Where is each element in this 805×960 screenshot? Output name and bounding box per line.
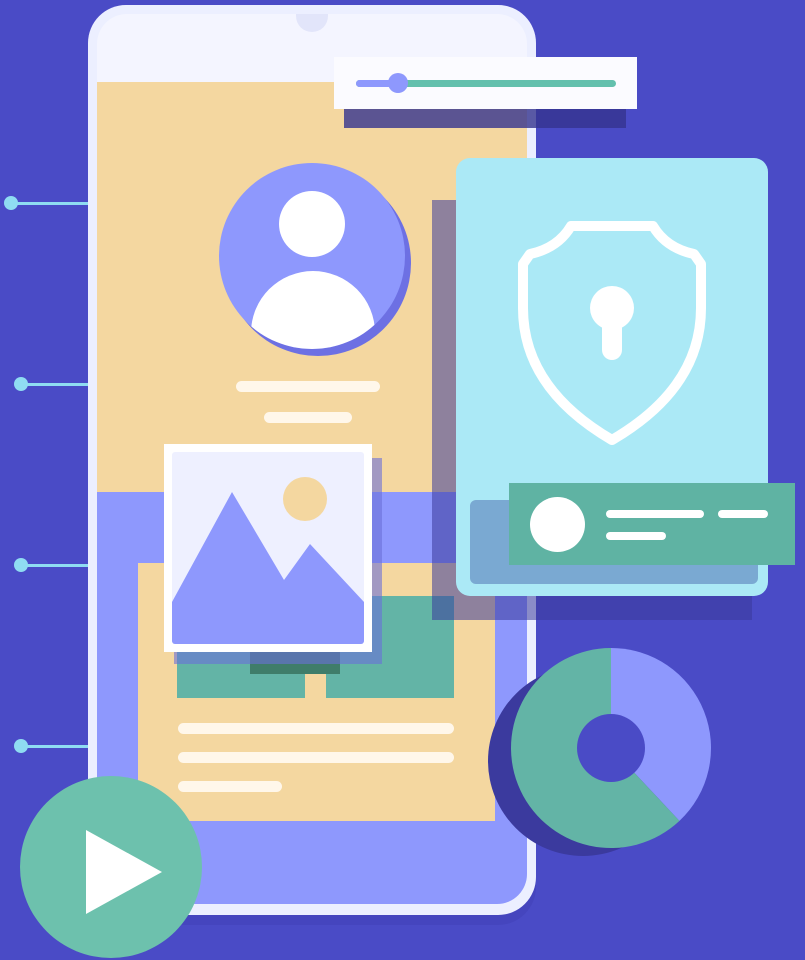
connector-1 xyxy=(4,196,96,210)
donut-chart xyxy=(510,648,711,848)
text-line-1 xyxy=(178,723,454,734)
profile-avatar xyxy=(530,497,585,552)
user-icon[interactable] xyxy=(219,163,405,349)
profile-name-placeholder xyxy=(236,381,380,392)
play-icon xyxy=(86,830,162,914)
profile-line-1 xyxy=(606,510,704,518)
shield-lock-icon xyxy=(518,221,706,445)
play-button[interactable] xyxy=(20,776,202,958)
connector-4 xyxy=(14,739,96,753)
profile-line-2 xyxy=(718,510,768,518)
profile-line-3 xyxy=(606,532,666,540)
profile-subtitle-placeholder xyxy=(264,412,352,423)
slider-knob[interactable] xyxy=(387,73,408,93)
text-line-2 xyxy=(178,752,454,763)
image-icon xyxy=(172,452,364,644)
donut-hole xyxy=(577,714,645,782)
connector-3 xyxy=(14,558,96,572)
connector-2 xyxy=(14,377,96,391)
